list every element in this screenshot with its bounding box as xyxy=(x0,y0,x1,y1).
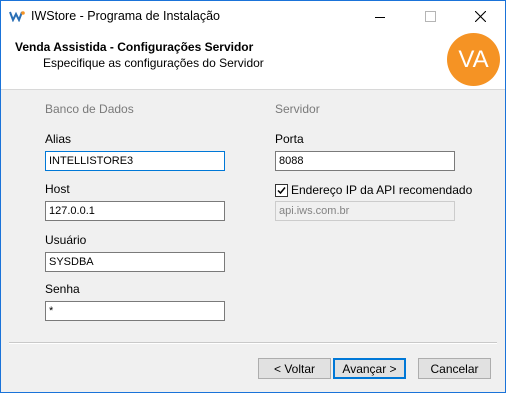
maximize-button[interactable] xyxy=(407,1,453,32)
close-icon xyxy=(474,11,486,22)
wizard-header: Venda Assistida - Configurações Servidor… xyxy=(1,32,505,90)
installer-window: IWStore - Programa de Instalação Venda A… xyxy=(0,0,506,393)
alias-input[interactable]: INTELLISTORE3 xyxy=(45,151,225,171)
close-button[interactable] xyxy=(457,1,503,32)
user-input[interactable]: SYSDBA xyxy=(45,252,225,272)
title-bar: IWStore - Programa de Instalação xyxy=(1,1,505,32)
api-address-input: api.iws.com.br xyxy=(275,201,455,221)
va-logo: VA xyxy=(447,33,500,86)
database-group-title: Banco de Dados xyxy=(45,102,134,116)
back-button[interactable]: < Voltar xyxy=(258,358,331,379)
page-title: Venda Assistida - Configurações Servidor xyxy=(15,40,254,54)
host-input[interactable]: 127.0.0.1 xyxy=(45,201,225,221)
check-icon xyxy=(277,186,286,194)
api-recommended-checkbox[interactable]: Endereço IP da API recomendado xyxy=(275,183,472,197)
user-label: Usuário xyxy=(45,233,87,247)
window-title: IWStore - Programa de Instalação xyxy=(31,9,220,23)
port-input[interactable]: 8088 xyxy=(275,151,455,171)
cancel-button[interactable]: Cancelar xyxy=(418,358,491,379)
alias-label: Alias xyxy=(45,132,72,146)
api-checkbox-label: Endereço IP da API recomendado xyxy=(291,183,473,197)
host-label: Host xyxy=(45,182,70,196)
password-input[interactable]: * xyxy=(45,301,225,321)
next-button[interactable]: Avançar > xyxy=(333,358,406,379)
password-label: Senha xyxy=(45,282,80,296)
minimize-button[interactable] xyxy=(357,1,403,32)
separator xyxy=(9,342,497,344)
port-label: Porta xyxy=(275,132,304,146)
app-icon xyxy=(9,10,25,23)
server-group-title: Servidor xyxy=(275,102,320,116)
checkbox-box[interactable] xyxy=(275,183,288,197)
page-subtitle: Especifique as configurações do Servidor xyxy=(43,56,264,70)
